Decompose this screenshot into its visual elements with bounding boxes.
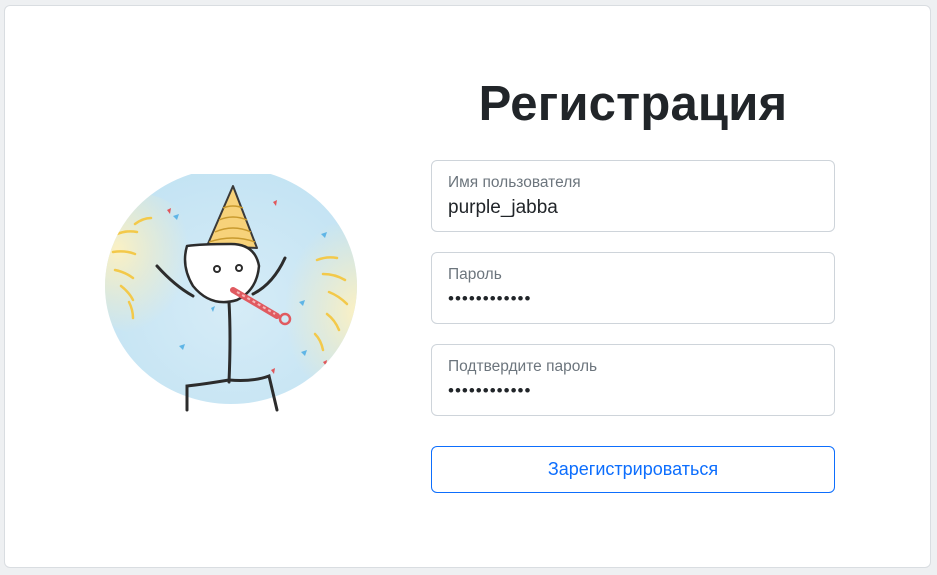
confirm-password-input[interactable]: ••••••••••••	[448, 381, 531, 401]
registration-form: Регистрация Имя пользователя purple_jabb…	[431, 66, 835, 493]
username-field[interactable]: Имя пользователя purple_jabba	[431, 160, 835, 232]
password-input[interactable]: ••••••••••••	[448, 289, 531, 309]
confirm-password-label: Подтвердите пароль	[448, 358, 598, 375]
password-field[interactable]: Пароль ••••••••••••	[431, 252, 835, 324]
username-input[interactable]: purple_jabba	[448, 197, 808, 219]
party-illustration-svg	[105, 174, 357, 412]
password-label: Пароль	[448, 266, 502, 283]
confirm-password-field[interactable]: Подтвердите пароль ••••••••••••	[431, 344, 835, 416]
page-title: Регистрация	[478, 77, 788, 131]
register-button[interactable]: Зарегистрироваться	[431, 446, 835, 493]
party-stickman-illustration	[103, 174, 363, 414]
registration-card: Регистрация Имя пользователя purple_jabb…	[4, 5, 931, 568]
username-label: Имя пользователя	[448, 174, 581, 191]
